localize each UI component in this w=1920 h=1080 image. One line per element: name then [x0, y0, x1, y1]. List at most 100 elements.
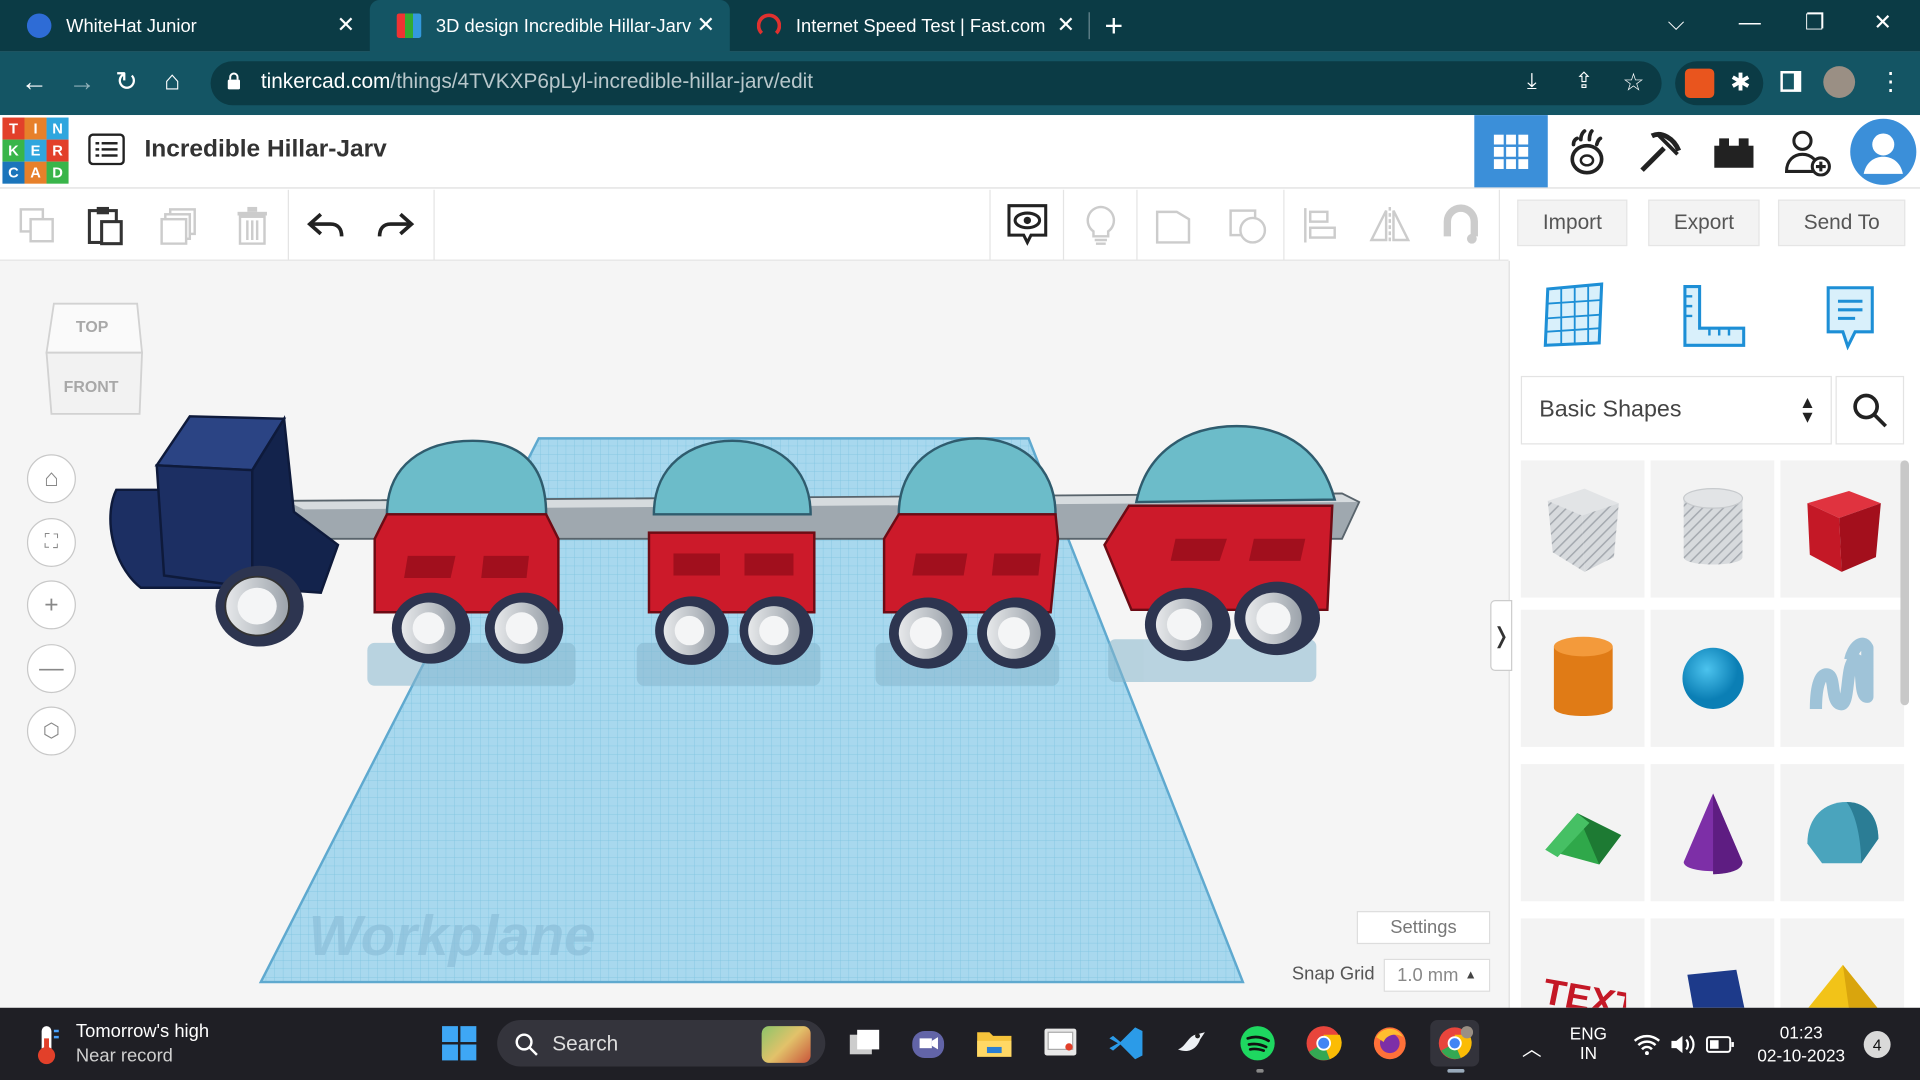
home-view-button[interactable]: ⌂ [26, 454, 76, 504]
settings-button[interactable]: Settings [1356, 911, 1491, 945]
shape-cylinder-hole[interactable] [1650, 460, 1775, 598]
zoom-out-button[interactable]: — [26, 644, 76, 694]
minimize-icon[interactable]: — [1739, 10, 1761, 36]
windows-start-icon[interactable] [435, 1020, 484, 1067]
reload-icon[interactable]: ↻ [115, 66, 138, 98]
ruler-tool-icon[interactable] [1680, 284, 1749, 354]
back-icon[interactable]: ← [21, 66, 48, 98]
notes-tool-icon[interactable] [1823, 284, 1877, 356]
extension-off-icon[interactable] [1684, 68, 1715, 98]
vscode-icon[interactable] [1102, 1020, 1151, 1067]
url-text[interactable]: tinkercad.com/things/4TVKXP6pLyl-incredi… [261, 70, 813, 94]
teams-meet-icon[interactable] [904, 1020, 953, 1067]
shape-pyramid[interactable] [1780, 918, 1905, 1008]
wifi-icon[interactable] [1633, 1033, 1661, 1061]
shape-wedge[interactable] [1650, 918, 1775, 1008]
ungroup-icon[interactable] [1226, 203, 1270, 247]
shape-sphere[interactable] [1650, 609, 1775, 747]
workplane-tool-icon[interactable] [1542, 282, 1608, 354]
profile-avatar[interactable] [1823, 66, 1856, 98]
group-icon[interactable] [1152, 203, 1196, 247]
fast-favicon-icon [756, 13, 782, 38]
volume-icon[interactable] [1669, 1032, 1696, 1063]
tab-tinkercad[interactable]: 3D design Incredible Hillar-Jarv | ✕ [369, 0, 730, 52]
close-tab-icon[interactable]: ✕ [1057, 12, 1075, 38]
close-tab-icon[interactable]: ✕ [337, 12, 355, 38]
file-explorer-icon[interactable] [970, 1020, 1019, 1067]
spotify-icon[interactable] [1233, 1020, 1282, 1067]
collapse-panel-button[interactable]: ❭ [1490, 600, 1513, 672]
lego-button[interactable] [1697, 115, 1770, 187]
forward-icon[interactable]: → [69, 66, 96, 98]
3d-viewport[interactable]: Workplane [0, 260, 1509, 1008]
undo-icon[interactable] [304, 203, 348, 247]
send-to-button[interactable]: Send To [1777, 199, 1906, 247]
shape-box[interactable] [1780, 460, 1905, 598]
browser-menu-icon[interactable]: ⋮ [1878, 66, 1902, 97]
shape-roof[interactable] [1520, 764, 1645, 902]
side-panel-icon[interactable] [1780, 71, 1802, 92]
chrome-profile-icon[interactable] [1430, 1020, 1480, 1067]
tab-fast[interactable]: Internet Speed Test | Fast.com ✕ [730, 0, 1090, 51]
invite-button[interactable] [1771, 115, 1844, 187]
user-avatar[interactable] [1847, 115, 1920, 187]
share-icon[interactable]: ⇪ [1575, 69, 1593, 95]
snap-grid-select[interactable]: 1.0 mm ▲ [1383, 958, 1491, 992]
export-button[interactable]: Export [1648, 199, 1760, 247]
perspective-button[interactable]: ⬡ [26, 706, 76, 756]
zoom-in-button[interactable]: + [26, 580, 76, 630]
weather-subtitle[interactable]: Near record [76, 1046, 173, 1067]
eclipse-bird-icon[interactable] [1167, 1020, 1216, 1067]
shape-library-select[interactable]: Basic Shapes ▲ ▼ [1520, 375, 1832, 445]
restore-icon[interactable]: ❐ [1805, 10, 1825, 36]
shape-round-roof[interactable] [1780, 764, 1905, 902]
task-view-icon[interactable] [840, 1020, 889, 1067]
firefox-icon[interactable] [1365, 1020, 1414, 1067]
bricks-button[interactable] [1624, 115, 1697, 187]
copy-icon[interactable] [15, 203, 59, 247]
duplicate-icon[interactable] [157, 203, 201, 247]
tab-search-icon[interactable]: ⌵ [1668, 10, 1685, 36]
notes-eye-icon[interactable] [1005, 203, 1049, 247]
minus-icon: — [39, 654, 64, 682]
show-hidden-icons[interactable]: ︿ [1522, 1032, 1542, 1061]
install-icon[interactable]: ⤓ [1527, 69, 1537, 95]
view-cube[interactable]: TOP FRONT [44, 299, 147, 425]
weather-title[interactable]: Tomorrow's high [76, 1021, 209, 1042]
home-icon[interactable]: ⌂ [164, 65, 180, 97]
shape-box-hole[interactable] [1520, 460, 1645, 598]
import-button[interactable]: Import [1517, 199, 1628, 247]
tab-whitehat[interactable]: WhiteHat Junior ✕ [0, 0, 370, 51]
design-title[interactable]: Incredible Hillar-Jarv [144, 136, 386, 164]
bookmark-star-icon[interactable]: ☆ [1622, 67, 1644, 98]
panel-scrollbar[interactable] [1900, 460, 1909, 706]
puzzle-extensions-icon[interactable]: ✱ [1730, 67, 1751, 98]
new-tab-icon[interactable]: + [1104, 7, 1123, 45]
tinkercad-logo[interactable]: T I N K E R C A D [2, 117, 69, 184]
lightbulb-icon[interactable] [1079, 203, 1123, 247]
snipping-tool-icon[interactable] [1036, 1020, 1085, 1067]
shape-text[interactable]: TEXT [1520, 918, 1645, 1008]
shape-cylinder[interactable] [1520, 609, 1645, 747]
close-window-icon[interactable]: ✕ [1873, 10, 1891, 36]
align-icon[interactable] [1298, 203, 1342, 247]
blocks-button[interactable] [1550, 115, 1623, 187]
3d-view-button[interactable] [1474, 115, 1548, 188]
mirror-icon[interactable] [1368, 203, 1412, 247]
cruise-magnet-icon[interactable] [1439, 203, 1483, 247]
shape-cone[interactable] [1650, 764, 1775, 902]
paste-icon[interactable] [83, 203, 127, 247]
redo-icon[interactable] [373, 203, 417, 247]
chrome-icon[interactable] [1299, 1020, 1348, 1067]
clock[interactable]: 01:23 02-10-2023 [1751, 1022, 1851, 1065]
close-tab-icon[interactable]: ✕ [697, 12, 715, 38]
design-list-icon[interactable] [88, 133, 125, 171]
language-indicator[interactable]: ENG IN [1570, 1024, 1607, 1063]
notification-badge[interactable]: 4 [1863, 1031, 1891, 1058]
shape-scribble[interactable] [1780, 609, 1905, 747]
fit-all-button[interactable]: ⛶ [26, 517, 76, 567]
thermometer-icon[interactable] [32, 1024, 61, 1072]
battery-icon[interactable] [1705, 1035, 1735, 1061]
shape-search-button[interactable] [1835, 375, 1905, 445]
delete-icon[interactable] [230, 203, 274, 247]
